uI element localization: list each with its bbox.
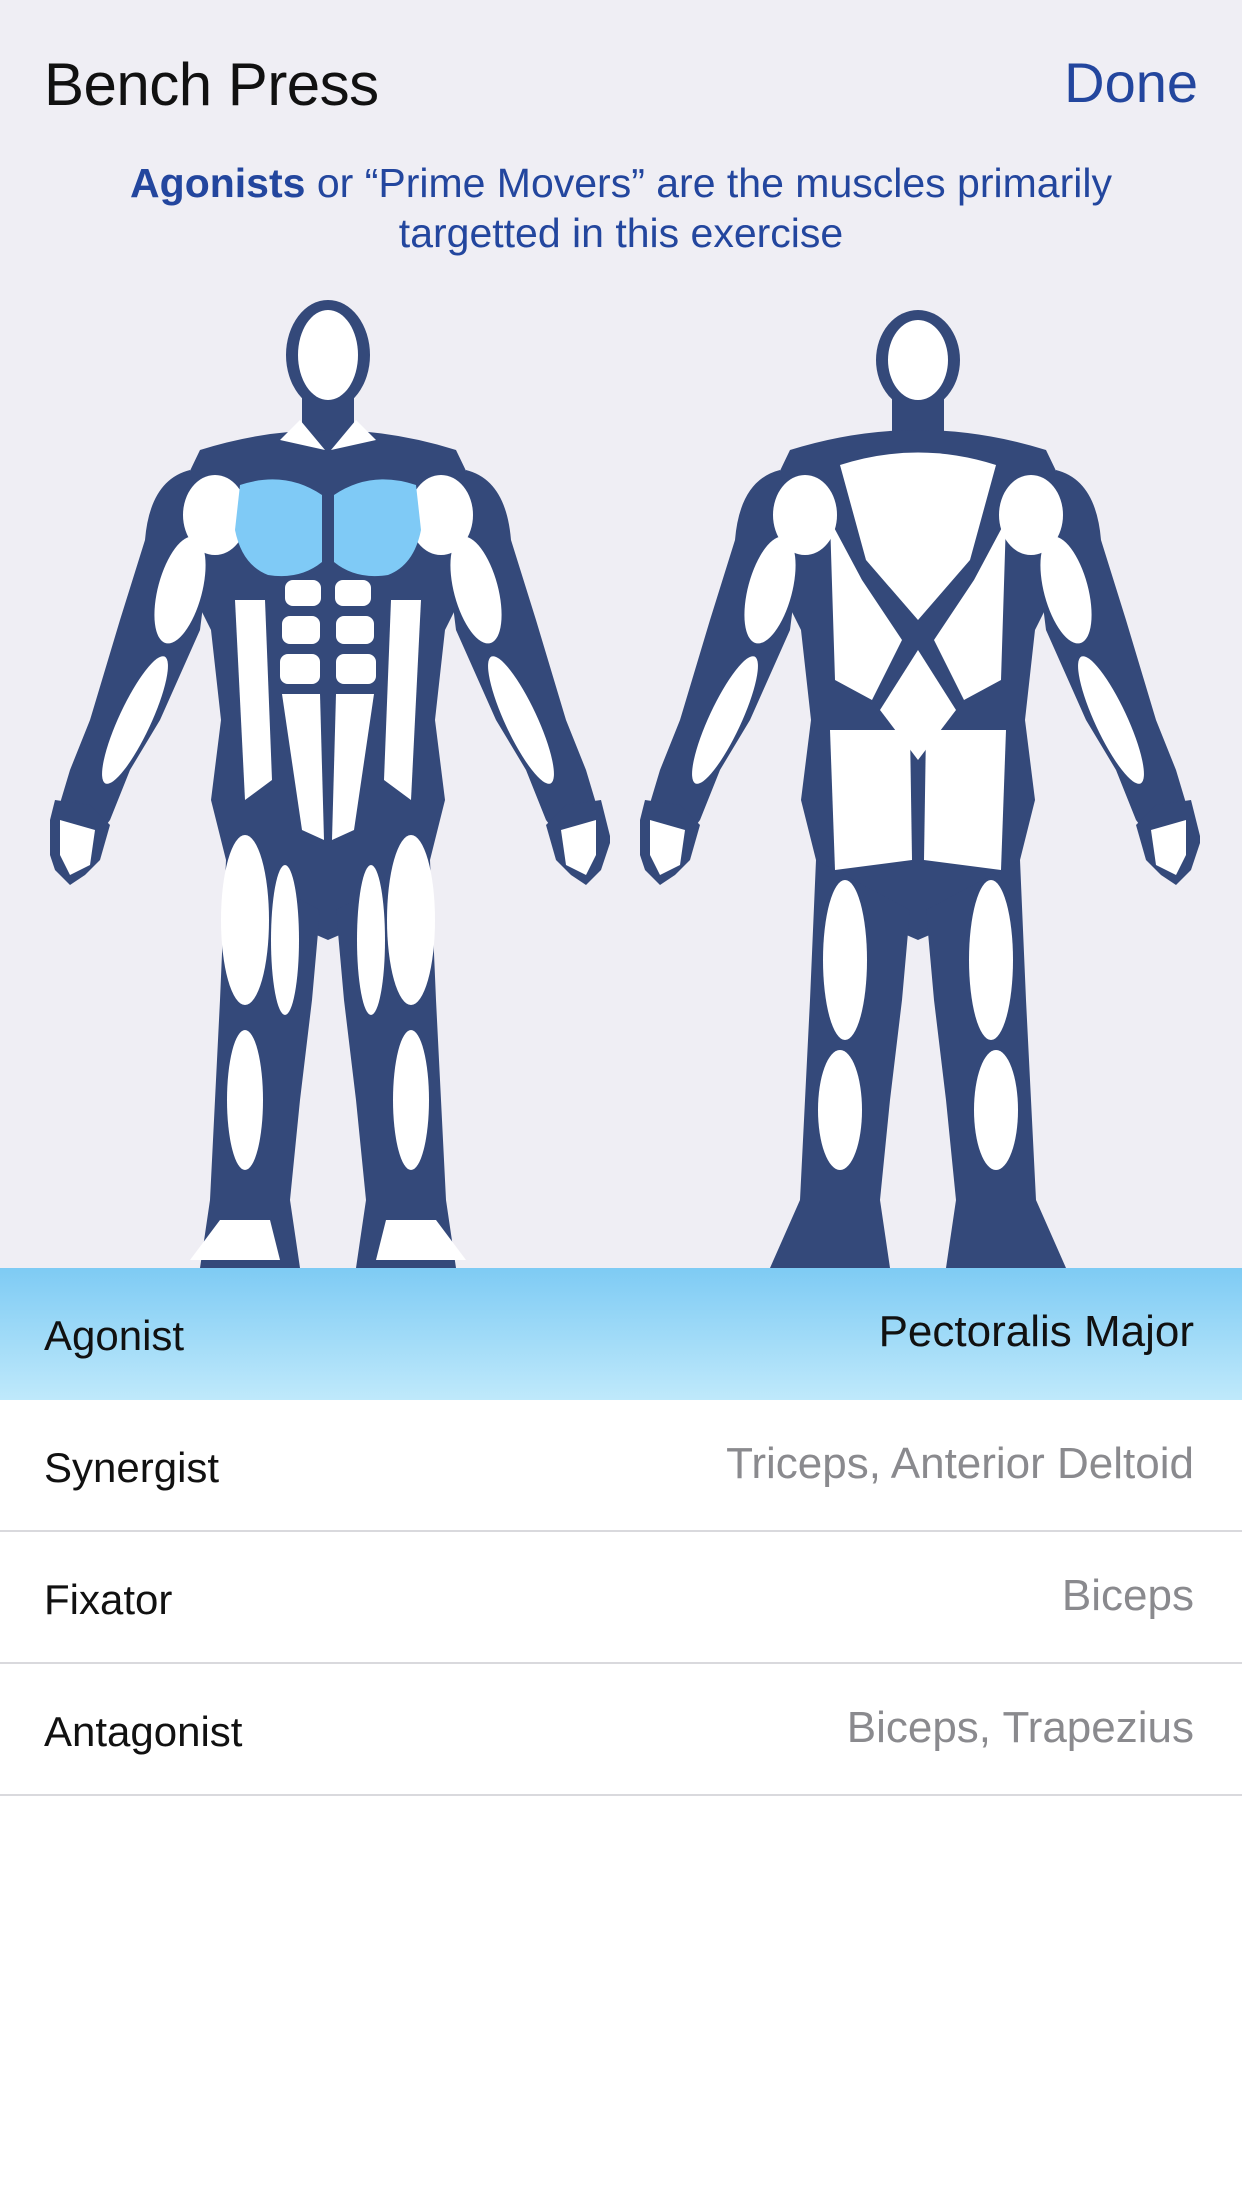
agonist-description-bold: Agonists: [130, 160, 306, 206]
body-back-icon: [640, 310, 1200, 1268]
list-row-fixator[interactable]: Fixator Biceps: [0, 1532, 1242, 1664]
list-row-antagonist[interactable]: Antagonist Biceps, Trapezius: [0, 1664, 1242, 1796]
row-value: Biceps, Trapezius: [846, 1703, 1194, 1752]
list-row-synergist[interactable]: Synergist Triceps, Anterior Deltoid: [0, 1400, 1242, 1532]
muscle-role-list: Agonist Pectoralis Major Synergist Trice…: [0, 1268, 1242, 1796]
list-row-agonist[interactable]: Agonist Pectoralis Major: [0, 1268, 1242, 1400]
figure-panel: Bench Press Done Agonists or “Prime Move…: [0, 0, 1242, 1268]
done-button[interactable]: Done: [1064, 50, 1198, 115]
row-label: Synergist: [44, 1444, 220, 1491]
row-value: Triceps, Anterior Deltoid: [726, 1439, 1194, 1488]
body-front-icon: [50, 300, 610, 1268]
page-title: Bench Press: [44, 51, 379, 118]
agonist-description-text: or “Prime Movers” are the muscles primar…: [305, 160, 1112, 256]
row-value: Pectoralis Major: [878, 1307, 1194, 1356]
row-value: Biceps: [1061, 1571, 1194, 1620]
muscle-figures: [0, 300, 1242, 1268]
row-label: Agonist: [44, 1312, 185, 1359]
row-label: Antagonist: [44, 1708, 243, 1755]
row-label: Fixator: [44, 1576, 173, 1623]
agonist-description: Agonists or “Prime Movers” are the muscl…: [60, 158, 1182, 258]
